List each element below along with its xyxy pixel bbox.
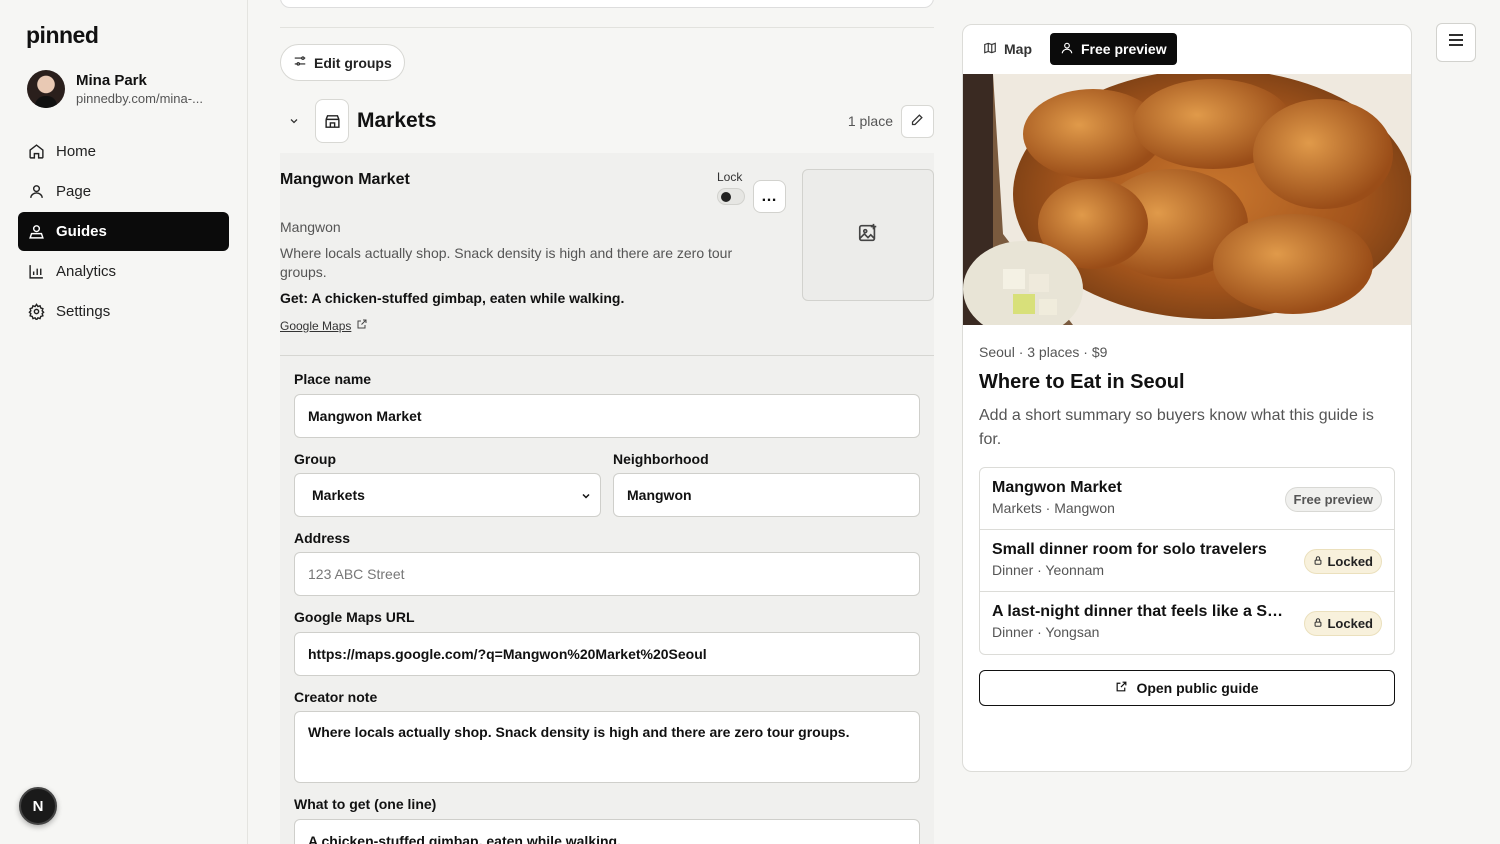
hamburger-icon xyxy=(1448,33,1464,52)
more-icon: … xyxy=(761,187,778,205)
pencil-icon xyxy=(910,112,925,132)
address-input[interactable]: 123 ABC Street xyxy=(294,552,920,596)
place-get: Get: A chicken-stuffed gimbap, eaten whi… xyxy=(280,290,625,306)
sidebar-nav: Home Page Guides Analytics Settings xyxy=(18,132,229,332)
tab-map[interactable]: Map xyxy=(973,33,1042,65)
list-item[interactable]: Mangwon Market Markets · Mangwon Free pr… xyxy=(980,468,1394,530)
sidebar-item-guides[interactable]: Guides xyxy=(18,212,229,251)
guide-editor: Edit groups Markets 1 place Mangwon Mark… xyxy=(280,0,934,844)
guide-meta: Seoul · 3 places · $9 xyxy=(979,344,1108,360)
tab-free-preview[interactable]: Free preview xyxy=(1050,33,1177,65)
guide-preview: Map Free preview Seoul · 3 places · $9 W… xyxy=(962,24,1412,772)
menu-button[interactable] xyxy=(1436,23,1476,62)
sidebar-item-label: Guides xyxy=(56,223,107,240)
profile[interactable]: Mina Park pinnedby.com/mina-... xyxy=(27,70,216,108)
image-upload-slot[interactable] xyxy=(802,169,934,301)
divider xyxy=(280,27,934,28)
user-badge[interactable]: N xyxy=(19,787,57,825)
external-link-icon xyxy=(356,318,368,333)
list-item[interactable]: A last-night dinner that feels like a S…… xyxy=(980,592,1394,654)
status-badge: Locked xyxy=(1304,611,1382,636)
chevron-down-icon xyxy=(580,489,592,505)
preview-tabs: Map Free preview xyxy=(973,33,1177,65)
place-neighborhood: Mangwon xyxy=(280,219,341,235)
guide-summary: Add a short summary so buyers know what … xyxy=(979,407,1374,448)
edit-groups-label: Edit groups xyxy=(314,54,392,71)
chevron-down-icon[interactable] xyxy=(280,107,308,135)
sliders-icon xyxy=(293,54,307,71)
group-select-value: Markets xyxy=(312,487,365,503)
group-header: Markets 1 place xyxy=(280,99,934,143)
place-card: Mangwon Market Lock … Mangwon Where loca… xyxy=(280,153,934,844)
status-badge: Free preview xyxy=(1284,487,1382,512)
lock-icon xyxy=(1313,554,1323,569)
bar-chart-icon xyxy=(28,263,45,280)
user-icon xyxy=(28,183,45,200)
gear-icon xyxy=(28,303,45,320)
neighborhood-label: Neighborhood xyxy=(613,451,709,467)
sidebar-item-label: Home xyxy=(56,143,97,160)
profile-name: Mina Park xyxy=(76,72,147,89)
place-name-label: Place name xyxy=(294,371,372,387)
map-icon xyxy=(983,41,997,58)
tab-label: Free preview xyxy=(1081,41,1167,57)
place-name-input[interactable]: Mangwon Market xyxy=(294,394,920,438)
guides-icon xyxy=(28,223,45,240)
creator-note-textarea[interactable]: Where locals actually shop. Snack densit… xyxy=(294,711,920,783)
group-count: 1 place xyxy=(847,113,893,129)
sidebar-item-analytics[interactable]: Analytics xyxy=(18,252,229,291)
list-item-title: Small dinner room for solo travelers xyxy=(992,541,1267,558)
maps-url-label: Google Maps URL xyxy=(294,609,415,625)
open-public-guide-button[interactable]: Open public guide xyxy=(979,670,1395,706)
divider xyxy=(280,355,934,356)
maps-url-input[interactable]: https://maps.google.com/?q=Mangwon%20Mar… xyxy=(294,632,920,676)
sidebar-item-settings[interactable]: Settings xyxy=(18,292,229,331)
list-item[interactable]: Small dinner room for solo travelers Din… xyxy=(980,530,1394,592)
status-badge: Locked xyxy=(1304,549,1382,574)
sidebar-item-label: Page xyxy=(56,183,92,200)
status-badge-label: Free preview xyxy=(1293,492,1374,507)
lock-icon xyxy=(1313,616,1323,631)
group-label: Group xyxy=(294,451,336,467)
sidebar-item-label: Analytics xyxy=(56,263,117,280)
preview-place-list: Mangwon Market Markets · Mangwon Free pr… xyxy=(979,467,1395,655)
edit-groups-button[interactable]: Edit groups xyxy=(280,44,405,81)
list-item-title: Mangwon Market xyxy=(992,479,1122,496)
lock-label: Lock xyxy=(717,170,743,184)
avatar xyxy=(27,70,65,108)
external-link-icon xyxy=(1115,680,1128,696)
what-to-get-label: What to get (one line) xyxy=(294,796,437,812)
list-item-title: A last-night dinner that feels like a S… xyxy=(992,603,1284,620)
tab-label: Map xyxy=(1004,41,1032,57)
place-note: Where locals actually shop. Snack densit… xyxy=(280,245,733,280)
guide-cover-image xyxy=(963,74,1411,325)
app-logo[interactable]: pinned xyxy=(26,22,99,49)
sidebar-item-label: Settings xyxy=(56,303,111,320)
address-label: Address xyxy=(294,530,351,546)
open-public-guide-label: Open public guide xyxy=(1136,680,1259,696)
status-badge-label: Locked xyxy=(1327,554,1373,569)
edit-group-button[interactable] xyxy=(901,105,934,138)
home-icon xyxy=(28,143,45,160)
previous-card-edge xyxy=(280,0,934,8)
guide-title: Where to Eat in Seoul xyxy=(979,371,1185,393)
group-select[interactable]: Markets xyxy=(294,473,601,517)
sidebar: pinned Mina Park pinnedby.com/mina-... H… xyxy=(0,0,248,844)
group-title: Markets xyxy=(357,109,437,132)
store-icon xyxy=(315,99,349,143)
sidebar-item-page[interactable]: Page xyxy=(18,172,229,211)
more-options-button[interactable]: … xyxy=(753,180,786,213)
status-badge-label: Locked xyxy=(1327,616,1373,631)
creator-note-label: Creator note xyxy=(294,689,378,705)
image-add-icon xyxy=(857,222,879,249)
google-maps-link[interactable]: Google Maps xyxy=(280,318,368,333)
what-to-get-input[interactable]: A chicken-stuffed gimbap, eaten while wa… xyxy=(294,819,920,844)
sidebar-item-home[interactable]: Home xyxy=(18,132,229,171)
neighborhood-input[interactable]: Mangwon xyxy=(613,473,920,517)
lock-toggle[interactable] xyxy=(717,188,745,205)
google-maps-link-label: Google Maps xyxy=(280,318,352,333)
profile-url: pinnedby.com/mina-... xyxy=(76,91,203,106)
place-name: Mangwon Market xyxy=(280,171,410,188)
user-icon xyxy=(1060,41,1074,58)
